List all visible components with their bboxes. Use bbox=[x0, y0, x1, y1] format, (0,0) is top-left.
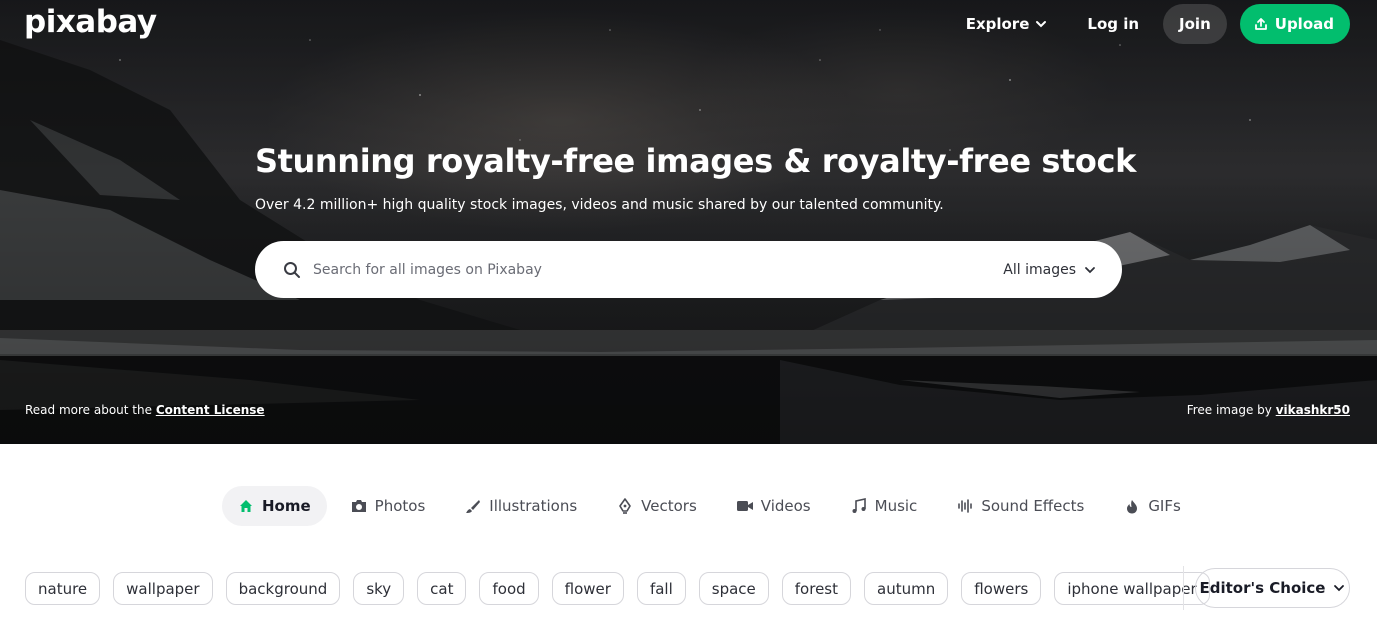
tag-chip[interactable]: nature bbox=[25, 572, 101, 605]
hero-overlay bbox=[0, 0, 1377, 444]
editors-choice-label: Editor's Choice bbox=[1199, 579, 1326, 597]
flame-icon bbox=[1124, 498, 1140, 514]
hero-banner: pixabay Explore Log in Join Upload Stunn… bbox=[0, 0, 1377, 444]
tab-videos-label: Videos bbox=[760, 497, 811, 515]
waveform-icon bbox=[957, 498, 973, 514]
tag-chip[interactable]: autumn bbox=[864, 572, 949, 605]
tab-photos[interactable]: Photos bbox=[335, 486, 442, 526]
music-note-icon bbox=[851, 498, 867, 514]
tab-illustrations[interactable]: Illustrations bbox=[449, 486, 593, 526]
tag-chip[interactable]: iphone wallpaper bbox=[1054, 572, 1210, 605]
chevron-down-icon bbox=[1085, 266, 1095, 273]
tag-chip[interactable]: cat bbox=[417, 572, 467, 605]
search-type-label: All images bbox=[1003, 261, 1076, 278]
upload-button[interactable]: Upload bbox=[1239, 4, 1350, 44]
search-input[interactable] bbox=[313, 261, 1004, 278]
tag-chip[interactable]: sky bbox=[353, 572, 405, 605]
upload-label: Upload bbox=[1274, 15, 1334, 33]
tab-videos[interactable]: Videos bbox=[721, 486, 827, 526]
tab-vectors-label: Vectors bbox=[641, 497, 697, 515]
pixabay-logo[interactable]: pixabay bbox=[24, 4, 157, 40]
explore-menu-button[interactable]: Explore bbox=[966, 15, 1048, 33]
tab-gifs-label: GIFs bbox=[1148, 497, 1181, 515]
login-link[interactable]: Log in bbox=[1087, 15, 1139, 33]
camera-icon bbox=[351, 498, 367, 514]
tab-home-label: Home bbox=[262, 497, 311, 515]
tab-music-label: Music bbox=[874, 497, 918, 515]
content-license-link[interactable]: Content License bbox=[156, 403, 265, 417]
video-camera-icon bbox=[736, 498, 753, 514]
license-note-prefix: Read more about the bbox=[25, 403, 156, 417]
editors-choice-dropdown[interactable]: Editor's Choice bbox=[1195, 568, 1350, 608]
filter-divider bbox=[1183, 566, 1184, 610]
tab-home[interactable]: Home bbox=[222, 486, 327, 526]
tab-photos-label: Photos bbox=[374, 497, 426, 515]
tab-illustrations-label: Illustrations bbox=[489, 497, 578, 515]
license-note: Read more about the Content License bbox=[25, 403, 265, 417]
image-credit: Free image by vikashkr50 bbox=[1187, 403, 1350, 417]
chevron-down-icon bbox=[1334, 585, 1345, 592]
tag-chip[interactable]: wallpaper bbox=[113, 572, 213, 605]
tab-music[interactable]: Music bbox=[835, 486, 934, 526]
brush-icon bbox=[465, 498, 481, 514]
tab-sound-effects[interactable]: Sound Effects bbox=[941, 486, 1100, 526]
chevron-down-icon bbox=[1036, 21, 1047, 28]
credit-author-link[interactable]: vikashkr50 bbox=[1276, 403, 1350, 417]
tag-chip[interactable]: forest bbox=[781, 572, 852, 605]
tag-chip[interactable]: flower bbox=[551, 572, 624, 605]
search-icon[interactable] bbox=[283, 261, 301, 279]
image-credit-prefix: Free image by bbox=[1186, 403, 1276, 417]
search-type-dropdown[interactable]: All images bbox=[1003, 262, 1096, 278]
tag-chip[interactable]: fall bbox=[636, 572, 686, 605]
tab-vectors[interactable]: Vectors bbox=[601, 486, 713, 526]
tab-sound-effects-label: Sound Effects bbox=[981, 497, 1085, 515]
tag-chip[interactable]: food bbox=[479, 572, 539, 605]
hero-subline: Over 4.2 million+ high quality stock ima… bbox=[255, 197, 944, 213]
search-bar: All images bbox=[255, 241, 1122, 298]
upload-icon bbox=[1254, 18, 1267, 30]
top-navigation: Explore Log in Join Upload bbox=[966, 4, 1350, 44]
home-icon bbox=[238, 498, 254, 514]
join-button[interactable]: Join bbox=[1163, 4, 1227, 44]
tag-chip[interactable]: background bbox=[225, 572, 341, 605]
tag-chip[interactable]: flowers bbox=[961, 572, 1042, 605]
explore-label: Explore bbox=[965, 15, 1030, 33]
tag-chip[interactable]: space bbox=[698, 572, 769, 605]
media-type-tabs: Home Photos Illustrations Vectors Videos… bbox=[222, 486, 1205, 526]
pen-nib-icon bbox=[617, 498, 633, 514]
popular-tags: nature wallpaper background sky cat food… bbox=[25, 572, 1210, 605]
tab-gifs[interactable]: GIFs bbox=[1108, 486, 1197, 526]
hero-headline: Stunning royalty-free images & royalty-f… bbox=[255, 142, 1136, 180]
